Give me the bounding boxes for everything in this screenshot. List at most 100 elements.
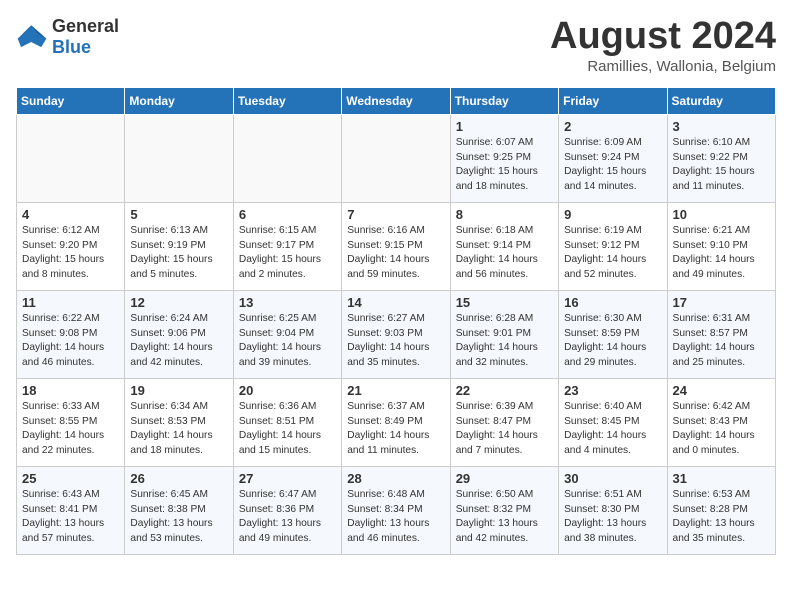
- calendar-cell: 13 Sunrise: 6:25 AM Sunset: 9:04 PM Dayli…: [233, 290, 341, 378]
- logo-icon: [16, 23, 48, 51]
- calendar-week-1: 1Sunrise: 6:07 AM Sunset: 9:25 PM Daylig…: [17, 114, 776, 202]
- calendar-cell: 24Sunrise: 6:42 AM Sunset: 8:43 PM Dayli…: [667, 378, 775, 466]
- day-number: 3: [673, 119, 770, 134]
- day-header-tuesday: Tuesday: [233, 87, 341, 114]
- day-info: Sunrise: 6:48 AM Sunset: 8:34 PM Dayligh…: [347, 488, 444, 547]
- calendar-cell: 31 Sunrise: 6:53 AM Sunset: 8:28 PM Dayli…: [667, 466, 775, 554]
- calendar-cell: 15Sunrise: 6:28 AM Sunset: 9:01 PM Dayli…: [450, 290, 558, 378]
- day-info: Sunrise: 6:37 AM Sunset: 8:49 PM Dayligh…: [347, 400, 444, 459]
- day-header-sunday: Sunday: [17, 87, 125, 114]
- day-info: Sunrise: 6:53 AM Sunset: 8:28 PM Dayligh…: [673, 488, 770, 547]
- day-info: Sunrise: 6:16 AM Sunset: 9:15 PM Dayligh…: [347, 224, 444, 283]
- day-number: 18: [22, 383, 119, 398]
- calendar-cell: 29 Sunrise: 6:50 AM Sunset: 8:32 PM Dayli…: [450, 466, 558, 554]
- day-info: Sunrise: 6:15 AM Sunset: 9:17 PM Dayligh…: [239, 224, 336, 283]
- day-info: Sunrise: 6:51 AM Sunset: 8:30 PM Dayligh…: [564, 488, 661, 547]
- day-number: 25: [22, 471, 119, 486]
- day-number: 22: [456, 383, 553, 398]
- day-info: Sunrise: 6:43 AM Sunset: 8:41 PM Dayligh…: [22, 488, 119, 547]
- calendar-week-5: 25 Sunrise: 6:43 AM Sunset: 8:41 PM Dayli…: [17, 466, 776, 554]
- day-number: 13: [239, 295, 336, 310]
- day-number: 27: [239, 471, 336, 486]
- day-number: 29: [456, 471, 553, 486]
- day-number: 10: [673, 207, 770, 222]
- calendar-cell: 28 Sunrise: 6:48 AM Sunset: 8:34 PM Dayli…: [342, 466, 450, 554]
- calendar-cell: [342, 114, 450, 202]
- day-number: 11: [22, 295, 119, 310]
- calendar-cell: 8 Sunrise: 6:18 AM Sunset: 9:14 PM Daylig…: [450, 202, 558, 290]
- calendar-cell: 5Sunrise: 6:13 AM Sunset: 9:19 PM Daylig…: [125, 202, 233, 290]
- day-header-wednesday: Wednesday: [342, 87, 450, 114]
- day-number: 16: [564, 295, 661, 310]
- day-number: 26: [130, 471, 227, 486]
- calendar-week-2: 4Sunrise: 6:12 AM Sunset: 9:20 PM Daylig…: [17, 202, 776, 290]
- calendar-cell: [125, 114, 233, 202]
- day-number: 28: [347, 471, 444, 486]
- day-info: Sunrise: 6:07 AM Sunset: 9:25 PM Dayligh…: [456, 136, 553, 195]
- day-info: Sunrise: 6:47 AM Sunset: 8:36 PM Dayligh…: [239, 488, 336, 547]
- day-number: 21: [347, 383, 444, 398]
- calendar-cell: 10Sunrise: 6:21 AM Sunset: 9:10 PM Dayli…: [667, 202, 775, 290]
- calendar-cell: 17 Sunrise: 6:31 AM Sunset: 8:57 PM Dayli…: [667, 290, 775, 378]
- day-number: 17: [673, 295, 770, 310]
- day-number: 6: [239, 207, 336, 222]
- day-number: 12: [130, 295, 227, 310]
- calendar-cell: 3 Sunrise: 6:10 AM Sunset: 9:22 PM Daylig…: [667, 114, 775, 202]
- day-header-friday: Friday: [559, 87, 667, 114]
- day-info: Sunrise: 6:27 AM Sunset: 9:03 PM Dayligh…: [347, 312, 444, 371]
- day-number: 30: [564, 471, 661, 486]
- day-header-monday: Monday: [125, 87, 233, 114]
- calendar-cell: 14 Sunrise: 6:27 AM Sunset: 9:03 PM Dayli…: [342, 290, 450, 378]
- calendar-cell: 4Sunrise: 6:12 AM Sunset: 9:20 PM Daylig…: [17, 202, 125, 290]
- calendar-cell: 21 Sunrise: 6:37 AM Sunset: 8:49 PM Dayli…: [342, 378, 450, 466]
- page-header: General Blue August 2024 Ramillies, Wall…: [16, 16, 776, 75]
- logo-general: General: [52, 16, 119, 36]
- day-info: Sunrise: 6:19 AM Sunset: 9:12 PM Dayligh…: [564, 224, 661, 283]
- calendar-cell: 25 Sunrise: 6:43 AM Sunset: 8:41 PM Dayli…: [17, 466, 125, 554]
- calendar-cell: 11 Sunrise: 6:22 AM Sunset: 9:08 PM Dayli…: [17, 290, 125, 378]
- day-info: Sunrise: 6:34 AM Sunset: 8:53 PM Dayligh…: [130, 400, 227, 459]
- day-info: Sunrise: 6:30 AM Sunset: 8:59 PM Dayligh…: [564, 312, 661, 371]
- day-number: 20: [239, 383, 336, 398]
- day-info: Sunrise: 6:12 AM Sunset: 9:20 PM Dayligh…: [22, 224, 119, 283]
- calendar-cell: 12 Sunrise: 6:24 AM Sunset: 9:06 PM Dayli…: [125, 290, 233, 378]
- day-header-saturday: Saturday: [667, 87, 775, 114]
- day-number: 7: [347, 207, 444, 222]
- location-subtitle: Ramillies, Wallonia, Belgium: [550, 58, 776, 75]
- calendar-table: SundayMondayTuesdayWednesdayThursdayFrid…: [16, 87, 776, 555]
- calendar-header-row: SundayMondayTuesdayWednesdayThursdayFrid…: [17, 87, 776, 114]
- day-number: 5: [130, 207, 227, 222]
- calendar-cell: 18Sunrise: 6:33 AM Sunset: 8:55 PM Dayli…: [17, 378, 125, 466]
- day-info: Sunrise: 6:45 AM Sunset: 8:38 PM Dayligh…: [130, 488, 227, 547]
- day-number: 14: [347, 295, 444, 310]
- day-info: Sunrise: 6:42 AM Sunset: 8:43 PM Dayligh…: [673, 400, 770, 459]
- day-info: Sunrise: 6:18 AM Sunset: 9:14 PM Dayligh…: [456, 224, 553, 283]
- day-info: Sunrise: 6:50 AM Sunset: 8:32 PM Dayligh…: [456, 488, 553, 547]
- day-number: 9: [564, 207, 661, 222]
- day-info: Sunrise: 6:22 AM Sunset: 9:08 PM Dayligh…: [22, 312, 119, 371]
- day-info: Sunrise: 6:31 AM Sunset: 8:57 PM Dayligh…: [673, 312, 770, 371]
- day-info: Sunrise: 6:39 AM Sunset: 8:47 PM Dayligh…: [456, 400, 553, 459]
- calendar-cell: 16 Sunrise: 6:30 AM Sunset: 8:59 PM Dayli…: [559, 290, 667, 378]
- day-number: 31: [673, 471, 770, 486]
- calendar-cell: [17, 114, 125, 202]
- day-header-thursday: Thursday: [450, 87, 558, 114]
- day-info: Sunrise: 6:25 AM Sunset: 9:04 PM Dayligh…: [239, 312, 336, 371]
- day-info: Sunrise: 6:40 AM Sunset: 8:45 PM Dayligh…: [564, 400, 661, 459]
- title-area: August 2024 Ramillies, Wallonia, Belgium: [550, 16, 776, 75]
- day-number: 8: [456, 207, 553, 222]
- calendar-cell: 27 Sunrise: 6:47 AM Sunset: 8:36 PM Dayli…: [233, 466, 341, 554]
- calendar-cell: 2Sunrise: 6:09 AM Sunset: 9:24 PM Daylig…: [559, 114, 667, 202]
- calendar-cell: 23 Sunrise: 6:40 AM Sunset: 8:45 PM Dayli…: [559, 378, 667, 466]
- month-year-title: August 2024: [550, 16, 776, 58]
- day-info: Sunrise: 6:10 AM Sunset: 9:22 PM Dayligh…: [673, 136, 770, 195]
- day-info: Sunrise: 6:36 AM Sunset: 8:51 PM Dayligh…: [239, 400, 336, 459]
- logo-blue: Blue: [52, 37, 91, 57]
- day-info: Sunrise: 6:24 AM Sunset: 9:06 PM Dayligh…: [130, 312, 227, 371]
- day-number: 23: [564, 383, 661, 398]
- calendar-cell: 22 Sunrise: 6:39 AM Sunset: 8:47 PM Dayli…: [450, 378, 558, 466]
- calendar-cell: 20 Sunrise: 6:36 AM Sunset: 8:51 PM Dayli…: [233, 378, 341, 466]
- calendar-cell: 1Sunrise: 6:07 AM Sunset: 9:25 PM Daylig…: [450, 114, 558, 202]
- logo: General Blue: [16, 16, 119, 58]
- calendar-cell: 9 Sunrise: 6:19 AM Sunset: 9:12 PM Daylig…: [559, 202, 667, 290]
